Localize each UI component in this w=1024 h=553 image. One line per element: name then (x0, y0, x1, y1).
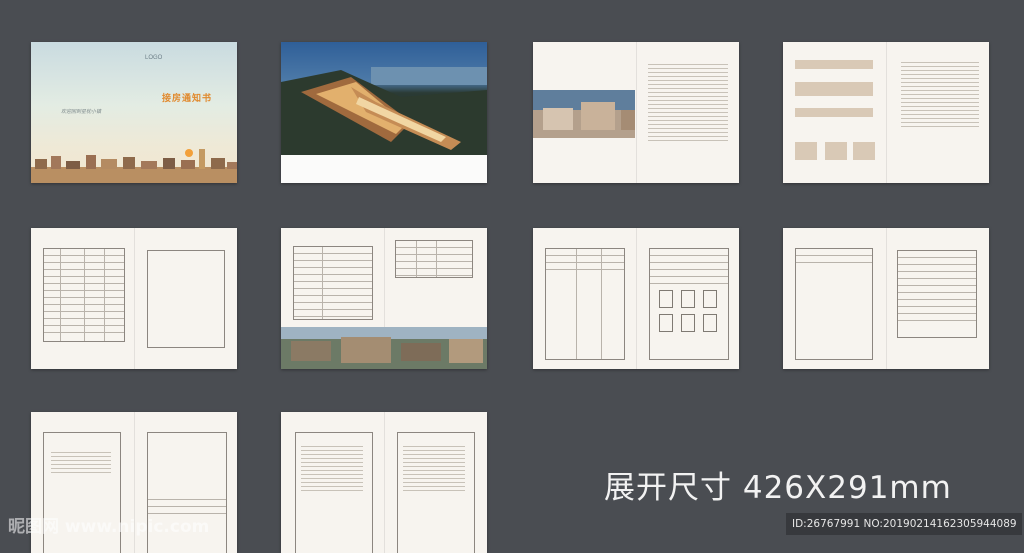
letter-spread-2 (281, 412, 487, 553)
cover-slogan: 欢迎回到星枕小镇 (61, 109, 102, 115)
flowchart-spread (783, 42, 989, 183)
aerial-view-spread (281, 42, 487, 183)
night-aerial-photo (281, 42, 487, 155)
cover-spread: LOGO 接房通知书 欢迎回到星枕小镇 (31, 42, 237, 183)
form-spread-4 (783, 228, 989, 369)
form-spread-2 (281, 228, 487, 369)
site-watermark: 昵图网 www.nipic.com (8, 517, 210, 537)
building-photo (533, 90, 635, 138)
form-spread-1 (31, 228, 237, 369)
form-spread-3 (533, 228, 739, 369)
unfolded-size-caption: 展开尺寸 426X291mm (604, 470, 952, 506)
town-skyline-illustration (31, 149, 237, 183)
cover-title: 接房通知书 (162, 93, 213, 103)
cover-logo: LOGO (145, 55, 163, 61)
town-photo-strip (281, 327, 487, 369)
notice-spread (533, 42, 739, 183)
image-id-bar: ID:26767991 NO:20190214162305944089 (786, 513, 1022, 535)
